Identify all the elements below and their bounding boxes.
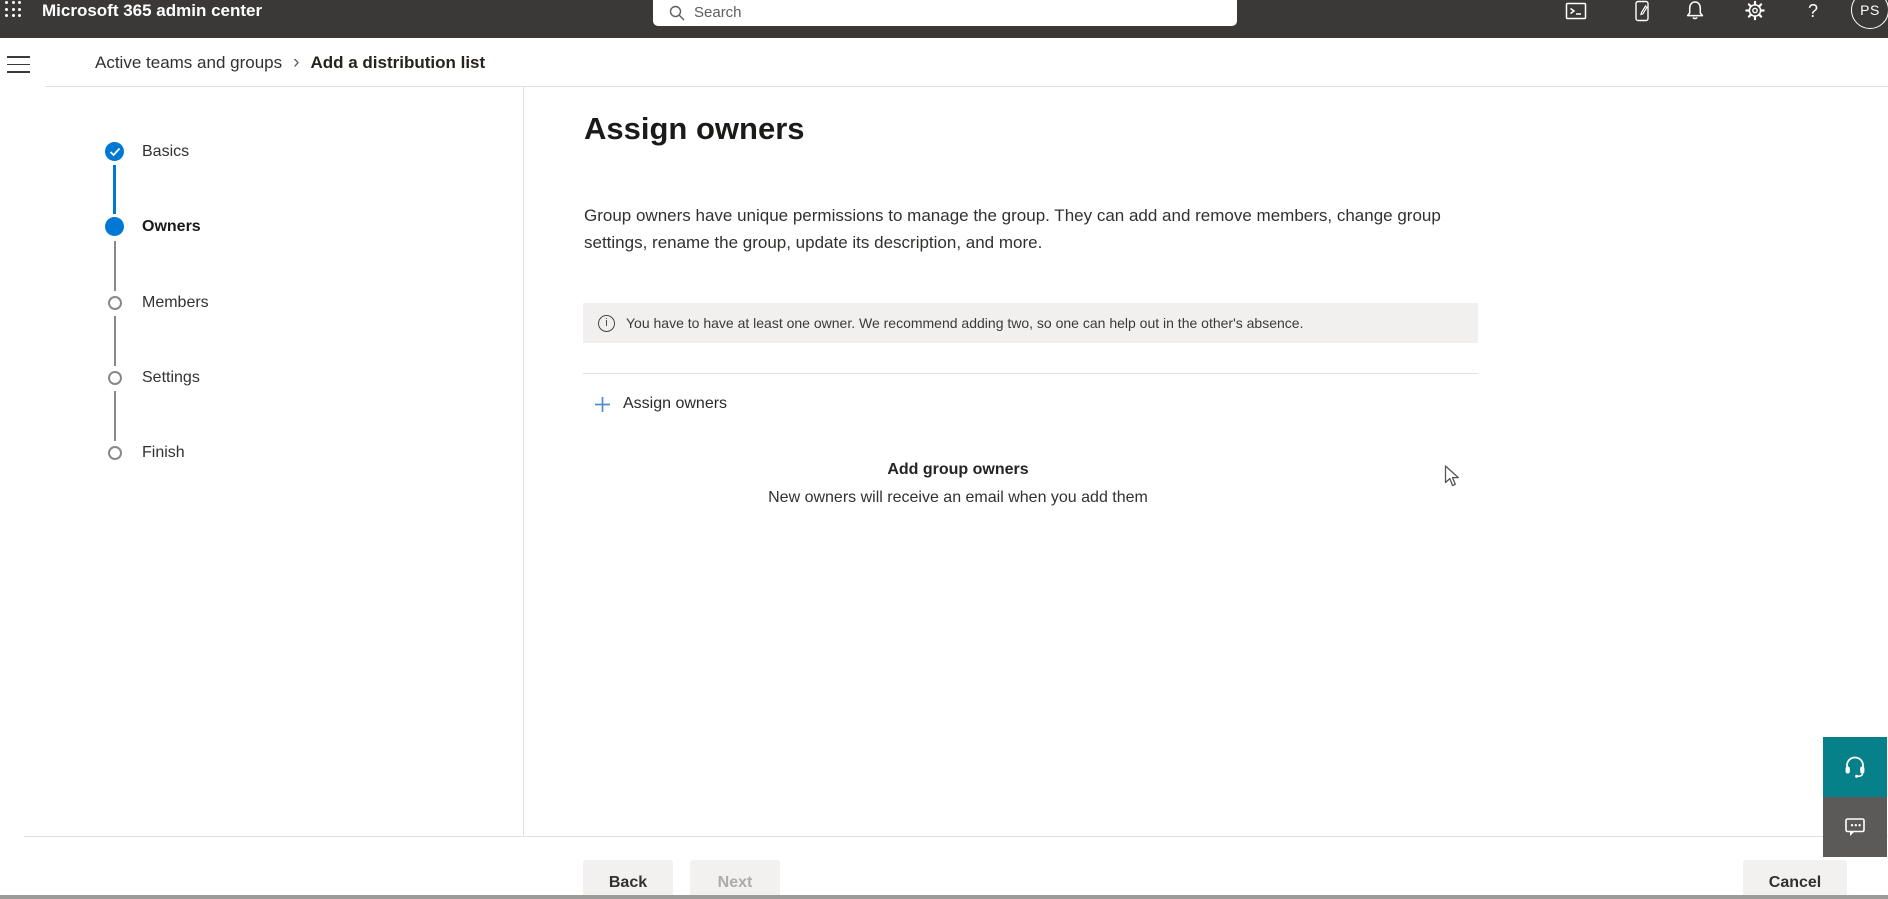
notifications-icon[interactable]: [1683, 0, 1707, 22]
next-button[interactable]: Next: [690, 860, 780, 899]
empty-state-subtitle: New owners will receive an email when yo…: [768, 489, 1148, 506]
whats-new-icon[interactable]: [1630, 0, 1654, 22]
step-owners-label[interactable]: Owners: [142, 217, 201, 237]
step-finish-indicator[interactable]: [108, 446, 122, 460]
app-title: Microsoft 365 admin center: [42, 1, 263, 20]
step-basics-label[interactable]: Basics: [142, 142, 189, 162]
empty-state: Add group owners New owners will receive…: [583, 459, 1333, 511]
breadcrumb-separator-icon: ›: [293, 52, 300, 73]
terminal-icon[interactable]: [1564, 0, 1588, 22]
support-button[interactable]: [1823, 737, 1887, 797]
page-title: Assign owners: [584, 111, 805, 146]
headset-icon: [1845, 756, 1865, 778]
top-app-bar: Microsoft 365 admin center Search ? PS: [0, 0, 1888, 38]
page: Microsoft 365 admin center Search ? PS A…: [0, 0, 1888, 899]
cancel-button[interactable]: Cancel: [1743, 860, 1847, 899]
feedback-icon: [1845, 818, 1865, 836]
breadcrumb-parent-link[interactable]: Active teams and groups: [95, 53, 282, 73]
step-finish-label[interactable]: Finish: [142, 443, 185, 463]
info-banner: i You have to have at least one owner. W…: [583, 303, 1478, 343]
step-members-label[interactable]: Members: [142, 293, 209, 313]
step-settings-label[interactable]: Settings: [142, 368, 200, 388]
step-connector: [114, 241, 116, 291]
step-settings-indicator[interactable]: [108, 371, 122, 385]
app-launcher-icon[interactable]: [5, 1, 22, 18]
breadcrumb-divider: [45, 86, 1888, 87]
account-avatar[interactable]: PS: [1851, 0, 1888, 29]
step-connector: [114, 391, 116, 441]
empty-state-title: Add group owners: [887, 461, 1029, 478]
step-connector: [113, 165, 116, 214]
section-divider: [583, 373, 1478, 374]
plus-icon: [595, 396, 610, 412]
back-button[interactable]: Back: [583, 860, 673, 899]
bottom-edge: [0, 895, 1888, 899]
step-members-indicator[interactable]: [108, 296, 122, 310]
steps-content-divider: [523, 87, 524, 835]
step-owners-indicator[interactable]: [105, 217, 124, 236]
page-description: Group owners have unique permissions to …: [584, 206, 1441, 252]
nav-menu-icon[interactable]: [7, 56, 30, 73]
footer-divider: [24, 836, 1888, 837]
assign-owners-button[interactable]: Assign owners: [594, 392, 727, 416]
breadcrumb: Active teams and groups › Add a distribu…: [95, 53, 485, 73]
search-icon: [669, 5, 685, 20]
breadcrumb-current: Add a distribution list: [310, 53, 486, 72]
info-icon: i: [598, 314, 615, 332]
mouse-cursor-icon: [1444, 465, 1464, 493]
step-connector: [114, 316, 116, 366]
step-basics-indicator[interactable]: [105, 142, 124, 161]
search-input[interactable]: [694, 4, 1174, 21]
help-icon[interactable]: ?: [1801, 0, 1825, 22]
assign-owners-label: Assign owners: [623, 395, 728, 412]
search-box[interactable]: [653, 0, 1237, 26]
settings-icon[interactable]: [1743, 0, 1767, 22]
check-icon: [109, 147, 120, 156]
info-banner-text: You have to have at least one owner. We …: [626, 315, 1304, 331]
feedback-button[interactable]: [1823, 797, 1887, 857]
